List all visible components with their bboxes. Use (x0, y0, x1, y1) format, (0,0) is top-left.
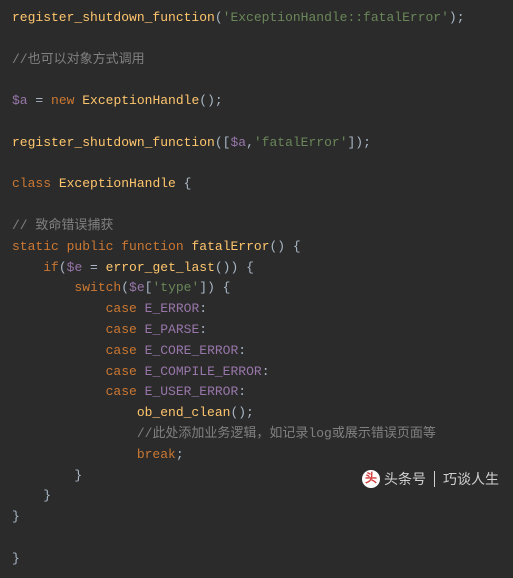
keyword: class (12, 176, 51, 191)
comment: // 致命错误捕获 (12, 218, 113, 233)
fn-name: fatalError (191, 239, 269, 254)
keyword: case (106, 384, 137, 399)
string: 'ExceptionHandle::fatalError' (223, 10, 449, 25)
toutiao-logo-icon: 头 (362, 470, 380, 488)
comment: //也可以对象方式调用 (12, 52, 145, 67)
keyword: public (67, 239, 114, 254)
variable: $e (67, 260, 83, 275)
constant: E_USER_ERROR (145, 384, 239, 399)
keyword: case (106, 343, 137, 358)
comment: //此处添加业务逻辑，如记录log或展示错误页面等 (137, 426, 436, 441)
watermark-brand: 头条号 (384, 468, 426, 490)
keyword: static (12, 239, 59, 254)
class-name: ExceptionHandle (59, 176, 176, 191)
fn-call: register_shutdown_function (12, 135, 215, 150)
keyword: switch (74, 280, 121, 295)
watermark-author: 巧谈人生 (443, 468, 499, 490)
keyword: case (106, 301, 137, 316)
class-name: ExceptionHandle (82, 93, 199, 108)
constant: E_CORE_ERROR (145, 343, 239, 358)
code-block: register_shutdown_function('ExceptionHan… (0, 0, 513, 578)
variable: $e (129, 280, 145, 295)
constant: E_COMPILE_ERROR (145, 364, 262, 379)
keyword: if (43, 260, 59, 275)
fn-call: error_get_last (106, 260, 215, 275)
constant: E_PARSE (145, 322, 200, 337)
keyword: break (137, 447, 176, 462)
variable: $a (230, 135, 246, 150)
variable: $a (12, 93, 28, 108)
keyword: case (106, 322, 137, 337)
watermark: 头 头条号 巧谈人生 (362, 468, 499, 490)
keyword: function (121, 239, 183, 254)
string: 'type' (152, 280, 199, 295)
keyword: case (106, 364, 137, 379)
keyword: new (51, 93, 74, 108)
separator-icon (434, 471, 435, 487)
fn-call: register_shutdown_function (12, 10, 215, 25)
fn-call: ob_end_clean (137, 405, 231, 420)
constant: E_ERROR (145, 301, 200, 316)
string: 'fatalError' (254, 135, 348, 150)
